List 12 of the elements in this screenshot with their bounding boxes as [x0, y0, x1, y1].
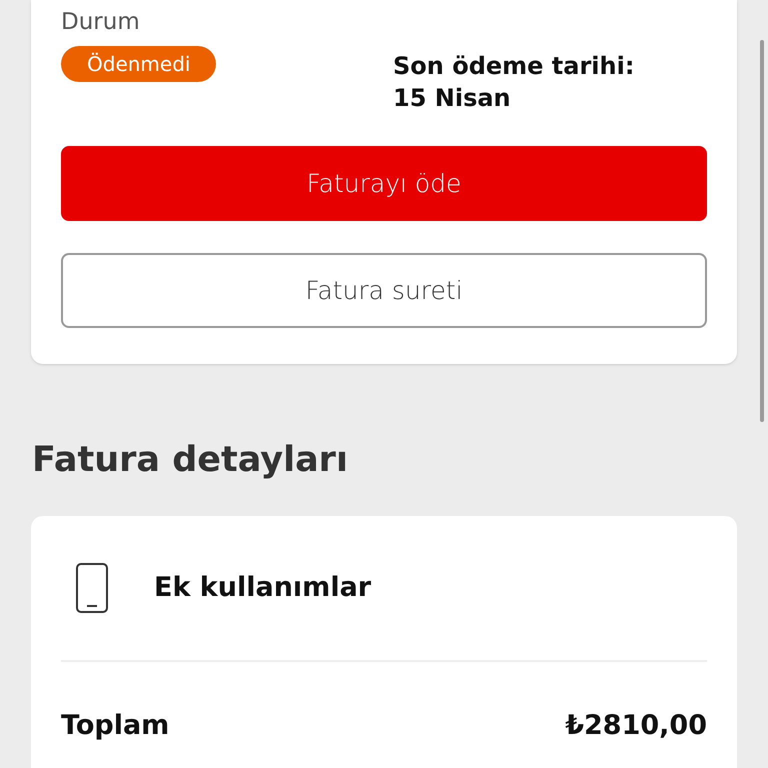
item-title: Ek kullanımlar	[154, 570, 372, 605]
smartphone-icon	[76, 563, 108, 613]
section-heading: Fatura detayları	[32, 439, 349, 482]
due-date: 15 Nisan	[393, 83, 512, 114]
status-badge: Ödenmedi	[61, 46, 216, 82]
total-label: Toplam	[61, 708, 170, 743]
due-date-label: Son ödeme tarihi:	[393, 51, 634, 82]
pay-bill-button[interactable]: Faturayı öde	[61, 146, 707, 221]
total-amount: ₺2810,00	[565, 708, 707, 743]
status-label: Durum	[61, 8, 141, 37]
scrollbar[interactable]	[760, 40, 764, 422]
bill-copy-button[interactable]: Fatura sureti	[61, 253, 707, 328]
